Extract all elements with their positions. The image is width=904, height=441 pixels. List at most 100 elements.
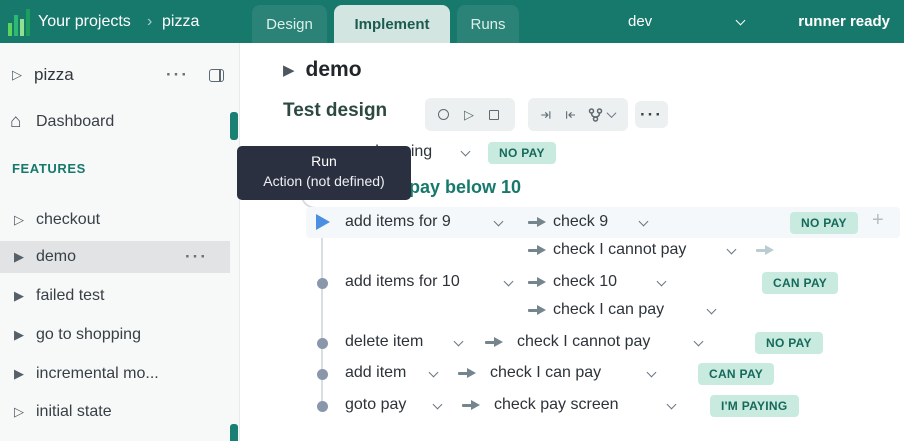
step-check[interactable]: check 10: [553, 273, 617, 291]
chevron-down-icon: [607, 108, 617, 118]
sidebar-item-initial-state[interactable]: ▷ initial state: [0, 396, 240, 428]
chevron-down-icon[interactable]: [647, 368, 657, 378]
feature-title-row: ▶ demo: [283, 58, 362, 82]
tab-runs[interactable]: Runs: [457, 5, 519, 43]
step-check[interactable]: check pay screen: [494, 396, 619, 414]
status-badge: CAN PAY: [762, 272, 838, 294]
chevron-down-icon[interactable]: [504, 277, 514, 287]
logo-icon: [8, 7, 32, 36]
branch-icon: [588, 108, 603, 122]
status-badge: NO PAY: [488, 142, 556, 164]
sidebar-item-label: demo: [36, 248, 76, 266]
main-panel: ▶ demo Test design ▷ ··· go shopping NO …: [240, 43, 904, 441]
play-filled-icon: ▶: [14, 366, 36, 382]
arrow-right-icon: [528, 305, 546, 316]
step-check[interactable]: check I can pay: [490, 364, 601, 382]
chevron-down-icon[interactable]: [429, 368, 439, 378]
status-badge: NO PAY: [755, 332, 823, 354]
step-action[interactable]: add item: [345, 364, 406, 382]
toolbar-playback-group: ▷: [425, 98, 515, 131]
sidebar-item-incremental[interactable]: ▶ incremental mo...: [0, 358, 240, 390]
section-title: Test design: [283, 100, 387, 122]
step-action[interactable]: goto pay: [345, 396, 406, 414]
run-step-button[interactable]: [316, 214, 330, 230]
skip-to-end-icon[interactable]: [541, 108, 552, 122]
chevron-down-icon[interactable]: [454, 337, 464, 347]
step-action[interactable]: delete item: [345, 333, 423, 351]
sidebar-scrollbar-thumb[interactable]: [230, 424, 238, 441]
sidebar-project-row[interactable]: ▷ pizza ···: [0, 58, 240, 92]
chevron-down-icon[interactable]: [727, 245, 737, 255]
play-icon[interactable]: ▷: [464, 107, 474, 123]
play-outline-icon: ▷: [14, 404, 36, 420]
play-filled-icon: ▶: [14, 327, 36, 343]
chevron-down-icon[interactable]: [657, 277, 667, 287]
page-title: demo: [306, 58, 362, 82]
chevron-down-icon[interactable]: [736, 16, 746, 26]
sidebar-item-dashboard[interactable]: ⌂ Dashboard: [0, 106, 240, 138]
play-outline-icon: ▷: [12, 67, 34, 83]
more-actions-button[interactable]: ···: [635, 101, 668, 128]
breadcrumb-project[interactable]: Your projects: [38, 0, 131, 43]
sidebar-scrollbar-thumb[interactable]: [230, 112, 238, 140]
arrow-outline-icon[interactable]: [756, 245, 774, 256]
step-check[interactable]: check I cannot pay: [517, 333, 650, 351]
home-icon: ⌂: [10, 111, 36, 133]
arrow-right-icon: [458, 368, 476, 379]
sidebar-item-label: initial state: [36, 403, 112, 421]
chevron-down-icon[interactable]: [433, 400, 443, 410]
more-icon[interactable]: ···: [185, 252, 208, 262]
step-check[interactable]: check I cannot pay: [553, 241, 686, 259]
sidebar-item-label: go to shopping: [36, 326, 141, 344]
sidebar-item-checkout[interactable]: ▷ checkout: [0, 204, 240, 236]
run-tooltip: Run Action (not defined): [237, 146, 411, 200]
play-filled-icon: ▶: [283, 61, 295, 79]
chevron-down-icon[interactable]: [707, 305, 717, 315]
status-badge: NO PAY: [790, 212, 858, 234]
more-icon[interactable]: ···: [166, 70, 189, 80]
step-action[interactable]: add items for 10: [345, 273, 460, 291]
step-dot[interactable]: [317, 278, 328, 289]
arrow-right-icon: [528, 217, 546, 228]
branch-menu[interactable]: [588, 108, 615, 122]
status-badge: I'M PAYING: [710, 395, 799, 417]
sidebar-item-go-to-shopping[interactable]: ▶ go to shopping: [0, 319, 240, 351]
step-dot[interactable]: [317, 401, 328, 412]
step-check[interactable]: check I can pay: [553, 301, 664, 319]
stop-icon[interactable]: [489, 110, 499, 120]
skip-to-start-icon[interactable]: [565, 108, 576, 122]
step-action[interactable]: add items for 9: [345, 213, 451, 231]
collapse-panel-icon[interactable]: [209, 69, 224, 82]
app-window: Your projects › pizza Design Implement R…: [0, 0, 904, 441]
environment-select[interactable]: dev: [628, 0, 652, 43]
tab-implement[interactable]: Implement: [334, 5, 450, 43]
features-section-header: FEATURES: [12, 161, 86, 176]
status-badge: CAN PAY: [698, 363, 774, 385]
sidebar-item-label: Dashboard: [36, 113, 114, 131]
more-icon: ···: [640, 110, 663, 120]
toolbar-step-group: [528, 98, 628, 131]
step-dot[interactable]: [317, 338, 328, 349]
breadcrumb-separator-icon: ›: [147, 0, 152, 43]
play-outline-icon: ▷: [14, 212, 36, 228]
sidebar-item-failed-test[interactable]: ▶ failed test: [0, 280, 240, 312]
sidebar-project-name: pizza: [34, 65, 74, 85]
step-check[interactable]: check 9: [553, 213, 608, 231]
chevron-down-icon[interactable]: [667, 400, 677, 410]
add-step-icon[interactable]: +: [872, 209, 884, 232]
sidebar-item-demo[interactable]: ▶ demo ···: [0, 241, 230, 273]
arrow-right-icon: [485, 337, 503, 348]
breadcrumb-current: pizza: [162, 0, 199, 43]
tab-design[interactable]: Design: [252, 5, 327, 43]
runner-status: runner ready: [798, 0, 890, 43]
sidebar-item-label: checkout: [36, 211, 100, 229]
sidebar: ▷ pizza ··· ⌂ Dashboard FEATURES ▷ check…: [0, 43, 240, 441]
tooltip-title: Run: [237, 153, 411, 169]
chevron-down-icon[interactable]: [461, 147, 471, 157]
play-filled-icon: ▶: [14, 288, 36, 304]
step-dot[interactable]: [317, 369, 328, 380]
arrow-right-icon: [528, 245, 546, 256]
chevron-down-icon[interactable]: [694, 337, 704, 347]
record-icon[interactable]: [438, 109, 449, 120]
play-filled-icon: ▶: [14, 249, 36, 265]
